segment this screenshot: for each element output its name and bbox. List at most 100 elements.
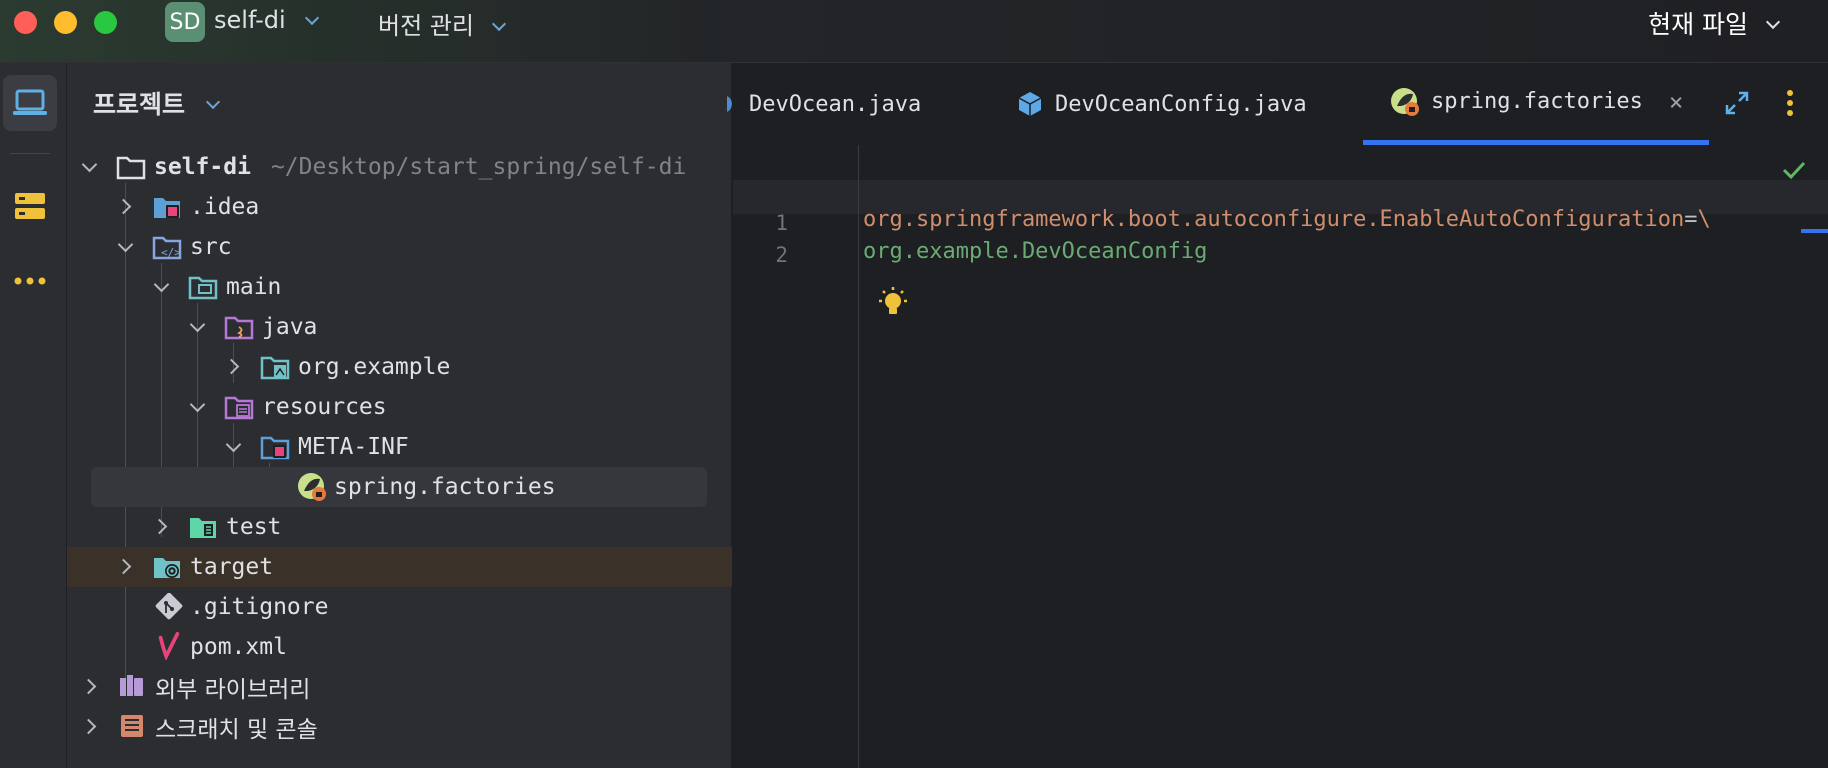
more-horizontal-icon bbox=[14, 277, 46, 285]
tool-window-strip bbox=[0, 63, 67, 768]
chevron-down-icon[interactable] bbox=[189, 316, 206, 333]
tree-item-label: 외부 라이브러리 bbox=[155, 677, 311, 703]
lightbulb-icon bbox=[879, 287, 907, 314]
main-folder-icon bbox=[188, 276, 218, 300]
config-class-icon bbox=[1018, 92, 1042, 116]
tree-item-label: META-INF bbox=[298, 434, 409, 460]
tab-label: DevOcean.java bbox=[749, 91, 922, 117]
maven-icon bbox=[158, 632, 180, 660]
tab-spring-factories[interactable]: spring.factories × bbox=[1363, 63, 1710, 145]
editor-area: DevOcean.java DevOceanConfig.java spring… bbox=[727, 63, 1828, 768]
meta-inf-folder-icon bbox=[260, 436, 290, 460]
chevron-right-icon[interactable] bbox=[223, 358, 240, 375]
tree-item-label: test bbox=[226, 514, 282, 540]
chevron-right-icon[interactable] bbox=[80, 718, 97, 735]
property-key: org.springframework.boot.autoconfigure.E… bbox=[863, 207, 1685, 232]
chevron-down-icon[interactable] bbox=[225, 436, 242, 453]
tree-item-main[interactable]: main bbox=[67, 267, 732, 307]
laptop-icon bbox=[13, 89, 47, 115]
code-line-1[interactable]: org.springframework.boot.autoconfigure.E… bbox=[863, 207, 1711, 232]
tree-item-label: target bbox=[190, 554, 274, 580]
chevron-down-icon[interactable] bbox=[117, 236, 134, 253]
tree-item-resources[interactable]: resources bbox=[67, 387, 732, 427]
tree-item-label: resources bbox=[262, 394, 387, 420]
tree-item-label: .idea bbox=[190, 194, 260, 220]
chevron-down-icon bbox=[1765, 14, 1781, 30]
java-source-folder-icon bbox=[224, 316, 254, 340]
idea-folder-icon bbox=[154, 198, 180, 218]
tree-item-meta-inf[interactable]: META-INF bbox=[67, 427, 732, 467]
code-line-2[interactable]: org.example.DevOceanConfig bbox=[863, 239, 1207, 264]
tree-item-external-libraries[interactable]: 외부 라이브러리 bbox=[67, 667, 732, 707]
title-bar: SD self-di 버전 관리 현재 파일 bbox=[0, 0, 1828, 63]
editor-tabs: DevOcean.java DevOceanConfig.java spring… bbox=[727, 63, 1828, 145]
vcs-menu[interactable]: 버전 관리 bbox=[378, 6, 506, 41]
chevron-down-icon bbox=[205, 94, 220, 110]
project-name: self-di bbox=[214, 6, 286, 34]
maximize-editor-button[interactable] bbox=[1723, 89, 1751, 121]
chevron-down-icon[interactable] bbox=[189, 396, 206, 413]
minimize-window-button[interactable] bbox=[54, 11, 77, 34]
chevron-down-icon[interactable] bbox=[81, 156, 98, 173]
git-icon bbox=[155, 593, 183, 620]
tree-item-gitignore[interactable]: .gitignore bbox=[67, 587, 732, 627]
tree-item-idea[interactable]: .idea bbox=[67, 187, 732, 227]
spring-file-icon bbox=[1391, 87, 1419, 116]
tree-item-src[interactable]: </> src bbox=[67, 227, 732, 267]
tree-item-label: spring.factories bbox=[334, 474, 556, 500]
source-folder-icon: </> bbox=[152, 236, 182, 260]
svg-text:</>: </> bbox=[161, 246, 181, 259]
property-separator: = bbox=[1684, 207, 1698, 232]
tab-devoceanconfig-java[interactable]: DevOceanConfig.java bbox=[1015, 63, 1307, 145]
tree-item-label: pom.xml bbox=[190, 634, 287, 660]
project-panel: 프로젝트 self-di ~/Desktop/start_spring/self-… bbox=[67, 63, 732, 768]
close-tab-icon[interactable]: × bbox=[1669, 88, 1683, 116]
tree-item-pom-xml[interactable]: pom.xml bbox=[67, 627, 732, 667]
library-icon bbox=[120, 675, 143, 696]
chevron-right-icon[interactable] bbox=[115, 558, 132, 575]
java-class-icon bbox=[727, 96, 732, 112]
tab-devocean-java[interactable]: DevOcean.java bbox=[727, 63, 921, 145]
project-tool-button[interactable] bbox=[3, 75, 57, 131]
chevron-right-icon[interactable] bbox=[151, 518, 168, 535]
tree-item-label: self-di bbox=[154, 154, 251, 180]
chevron-right-icon[interactable] bbox=[115, 198, 132, 215]
checkmark-icon bbox=[1782, 161, 1806, 180]
tree-item-target[interactable]: target bbox=[67, 547, 732, 587]
tree-item-java[interactable]: java bbox=[67, 307, 732, 347]
tree-item-org-example[interactable]: org.example bbox=[67, 347, 732, 387]
inspection-status[interactable] bbox=[1781, 159, 1807, 185]
tree-item-label: src bbox=[190, 234, 232, 260]
line-number-gutter: 1 2 bbox=[733, 145, 859, 768]
expand-icon bbox=[1725, 91, 1749, 115]
project-switcher[interactable]: self-di bbox=[214, 6, 320, 34]
tree-item-test[interactable]: test bbox=[67, 507, 732, 547]
close-window-button[interactable] bbox=[14, 11, 37, 34]
project-panel-title[interactable]: 프로젝트 bbox=[93, 85, 220, 121]
tab-label: DevOceanConfig.java bbox=[1055, 91, 1307, 117]
project-badge[interactable]: SD bbox=[165, 2, 205, 42]
tab-options-button[interactable] bbox=[1785, 89, 1795, 121]
zoom-window-button[interactable] bbox=[94, 11, 117, 34]
line-number: 1 bbox=[775, 211, 788, 235]
tree-item-scratches[interactable]: 스크래치 및 콘솔 bbox=[67, 707, 732, 747]
intention-bulb-button[interactable] bbox=[875, 285, 911, 325]
chevron-down-icon[interactable] bbox=[153, 276, 170, 293]
chevron-down-icon bbox=[491, 16, 506, 32]
tree-item-label: .gitignore bbox=[190, 594, 329, 620]
more-vertical-icon bbox=[1787, 90, 1793, 116]
tree-item-spring-factories[interactable]: spring.factories bbox=[91, 467, 707, 507]
structure-icon bbox=[15, 193, 45, 219]
structure-tool-button[interactable] bbox=[3, 178, 57, 234]
vcs-label: 버전 관리 bbox=[378, 12, 474, 40]
module-folder-icon bbox=[116, 156, 146, 180]
spring-file-icon bbox=[298, 473, 326, 501]
panel-title-label: 프로젝트 bbox=[93, 90, 186, 119]
run-config-selector[interactable]: 현재 파일 bbox=[1648, 5, 1781, 41]
tree-item-label: main bbox=[226, 274, 282, 300]
chevron-down-icon bbox=[305, 10, 320, 26]
excluded-folder-icon bbox=[154, 558, 180, 578]
more-tools-button[interactable] bbox=[3, 253, 57, 309]
chevron-right-icon[interactable] bbox=[80, 678, 97, 695]
tree-item-self-di[interactable]: self-di ~/Desktop/start_spring/self-di bbox=[67, 147, 732, 187]
